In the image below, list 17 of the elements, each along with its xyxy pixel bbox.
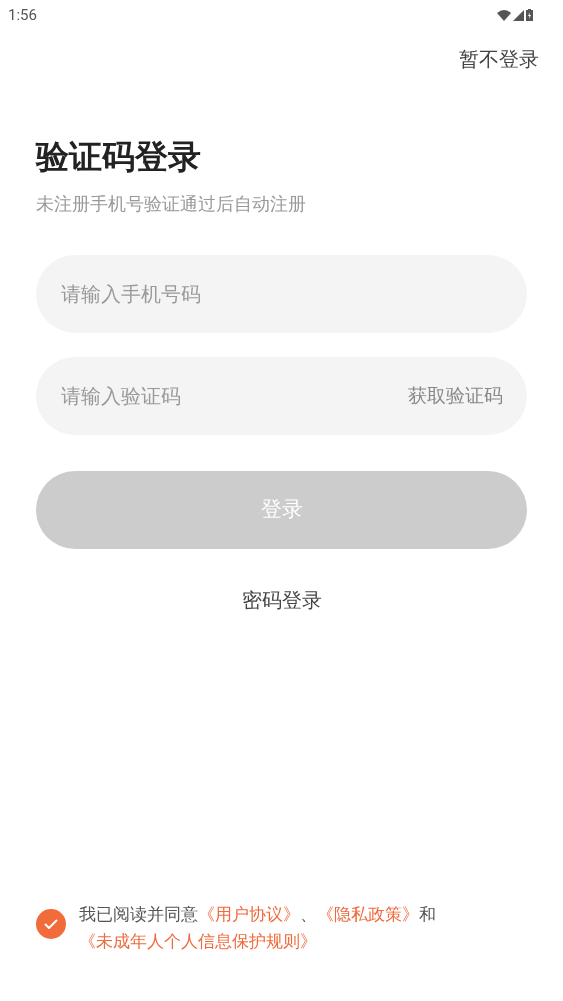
page-title: 验证码登录 <box>36 136 202 178</box>
skip-login-button[interactable]: 暂不登录 <box>459 44 539 74</box>
password-login-link[interactable]: 密码登录 <box>241 585 322 615</box>
subtitle: 未注册手机号验证通过后自动注册 <box>36 192 307 216</box>
agreement-link[interactable]: 《隐私政策》 <box>317 904 419 924</box>
signal-icon <box>513 9 524 21</box>
phone-input-field[interactable]: 请输入手机号码 <box>36 255 527 333</box>
battery-icon <box>526 9 533 21</box>
agreement-link[interactable]: 《未成年人个人信息保护规则》 <box>79 931 317 951</box>
agreement-link[interactable]: 《用户协议》 <box>198 904 300 924</box>
wifi-icon <box>497 9 511 21</box>
agree-checkbox[interactable] <box>36 909 66 939</box>
check-icon <box>44 919 58 929</box>
get-code-button[interactable]: 获取验证码 <box>408 381 503 411</box>
status-time: 1:56 <box>8 4 37 26</box>
code-input-field[interactable]: 请输入验证码 获取验证码 <box>36 357 527 435</box>
agreement-text: 我已阅读并同意《用户协议》、《隐私政策》和 《未成年人个人信息保护规则》 <box>79 903 437 953</box>
